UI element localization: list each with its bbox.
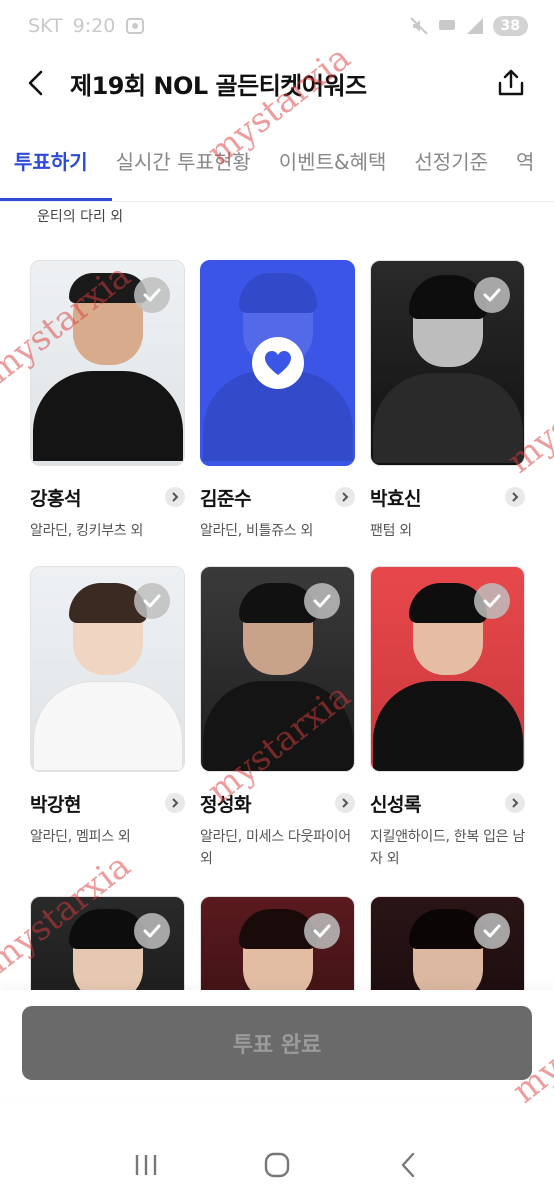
- system-back-button[interactable]: [383, 1145, 433, 1185]
- select-toggle[interactable]: [474, 277, 510, 313]
- detail-button[interactable]: [165, 487, 185, 507]
- candidate-card[interactable]: [370, 896, 525, 990]
- candidate-name: 박강현: [30, 793, 81, 816]
- share-icon: [498, 69, 524, 96]
- clock: 9:20: [72, 15, 116, 37]
- mute-icon: [409, 17, 428, 35]
- check-icon: [483, 594, 501, 608]
- candidate-name: 박효신: [370, 487, 421, 510]
- selected-heart[interactable]: [251, 337, 304, 389]
- candidate-works: 팬텀 외: [370, 523, 412, 539]
- chevron-right-icon: [342, 492, 349, 502]
- select-toggle[interactable]: [474, 583, 510, 619]
- candidate-card[interactable]: 박강현 알라딘, 멤피스 외: [30, 566, 185, 848]
- candidate-card[interactable]: 박효신 팬텀 외: [370, 260, 525, 542]
- back-button[interactable]: [26, 63, 60, 103]
- candidate-photo[interactable]: [200, 896, 355, 990]
- chevron-left-icon: [28, 70, 43, 96]
- app-header: 제19회 NOL 골든티켓어워즈: [0, 52, 554, 114]
- recent-apps-icon: [135, 1155, 156, 1175]
- detail-button[interactable]: [335, 793, 355, 813]
- select-toggle[interactable]: [304, 913, 340, 949]
- candidate-name: 김준수: [200, 487, 251, 510]
- candidate-name: 강홍석: [30, 487, 81, 510]
- back-icon: [402, 1152, 415, 1178]
- vote-complete-button[interactable]: 투표 완료: [22, 1006, 532, 1080]
- detail-button[interactable]: [505, 487, 525, 507]
- candidate-photo[interactable]: [370, 260, 525, 466]
- carrier: SKT: [28, 15, 63, 37]
- select-toggle[interactable]: [134, 277, 170, 313]
- network-icon: [438, 20, 455, 30]
- system-nav-bar: [0, 1130, 554, 1200]
- check-icon: [313, 594, 331, 608]
- select-toggle[interactable]: [134, 583, 170, 619]
- candidate-photo[interactable]: [30, 896, 185, 990]
- vote-bar: 투표 완료: [0, 990, 554, 1100]
- candidate-card[interactable]: 김준수 알라딘, 비틀쥬스 외: [200, 260, 355, 542]
- home-icon: [264, 1152, 290, 1178]
- screenshot-icon: [126, 18, 145, 34]
- candidate-works: 알라딘, 미세스 다웃파이어 외: [200, 829, 351, 867]
- candidate-name: 신성록: [370, 793, 421, 816]
- candidate-works: 알라딘, 킹키부츠 외: [30, 523, 144, 539]
- detail-button[interactable]: [505, 793, 525, 813]
- select-toggle[interactable]: [304, 583, 340, 619]
- candidate-card[interactable]: 정성화 알라딘, 미세스 다웃파이어 외: [200, 566, 355, 870]
- check-icon: [313, 924, 331, 938]
- check-icon: [143, 288, 161, 302]
- heart-icon: [264, 351, 291, 375]
- candidate-photo[interactable]: [200, 566, 355, 772]
- previous-row-fragment: 운티의 다리 외: [0, 186, 554, 236]
- chevron-right-icon: [172, 798, 179, 808]
- select-toggle[interactable]: [134, 913, 170, 949]
- detail-button[interactable]: [335, 487, 355, 507]
- candidate-works: 지킬앤하이드, 한복 입은 남자 외: [370, 829, 525, 867]
- check-icon: [143, 594, 161, 608]
- share-button[interactable]: [494, 63, 528, 103]
- page-title: 제19회 NOL 골든티켓어워즈: [70, 71, 367, 100]
- candidate-photo[interactable]: [370, 896, 525, 990]
- candidate-card[interactable]: [30, 896, 185, 990]
- candidate-photo[interactable]: [30, 566, 185, 772]
- candidate-card[interactable]: 강홍석 알라딘, 킹키부츠 외: [30, 260, 185, 542]
- battery-indicator: 38: [492, 16, 528, 36]
- candidate-photo[interactable]: [370, 566, 525, 772]
- candidate-list[interactable]: 운티의 다리 외 강홍석 알라딘, 킹키부츠 외 김준수 알라딘, 비틀쥬스 외…: [0, 186, 554, 990]
- chevron-right-icon: [342, 798, 349, 808]
- candidate-photo[interactable]: [30, 260, 185, 466]
- candidate-card[interactable]: [200, 896, 355, 990]
- candidate-name: 정성화: [200, 793, 251, 816]
- chevron-right-icon: [512, 798, 519, 808]
- chevron-right-icon: [512, 492, 519, 502]
- recent-apps-button[interactable]: [121, 1145, 171, 1185]
- check-icon: [143, 924, 161, 938]
- check-icon: [483, 288, 501, 302]
- status-bar: SKT 9:20 38: [0, 0, 554, 52]
- signal-icon: [466, 18, 483, 34]
- check-icon: [483, 924, 501, 938]
- home-button[interactable]: [252, 1145, 302, 1185]
- candidate-card[interactable]: 신성록 지킬앤하이드, 한복 입은 남자 외: [370, 566, 525, 870]
- previous-row-subtitle: 운티의 다리 외: [37, 209, 124, 225]
- candidate-works: 알라딘, 멤피스 외: [30, 829, 131, 845]
- detail-button[interactable]: [165, 793, 185, 813]
- select-toggle[interactable]: [474, 913, 510, 949]
- chevron-right-icon: [172, 492, 179, 502]
- candidate-works: 알라딘, 비틀쥬스 외: [200, 523, 314, 539]
- candidate-photo[interactable]: [200, 260, 355, 466]
